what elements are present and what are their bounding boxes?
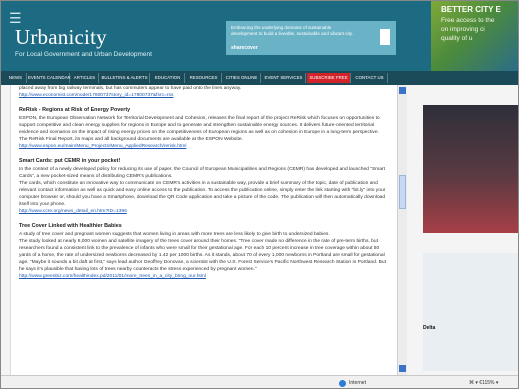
left-margin <box>1 85 11 375</box>
zoom-control[interactable]: ⌘ ▾ €115% ▾ <box>469 378 498 388</box>
promo-banner[interactable]: BETTER CITY E Free access to the on impr… <box>431 1 518 71</box>
right-sidebar: Delta <box>407 85 518 375</box>
nav-item-resources[interactable]: RESOURCES <box>186 73 222 83</box>
section-extra-tree-cover: The study looked at nearly 6,000 women a… <box>19 239 386 272</box>
article-column: placed away from big railway terminals, … <box>11 85 397 375</box>
site-header: ☰ Urbanicity For Local Government and Ur… <box>1 1 518 71</box>
browser-window: ☰ Urbanicity For Local Government and Ur… <box>0 0 519 389</box>
section-extra-smart-cards: The cards, which constitute an innovativ… <box>19 181 386 207</box>
nav-item-cities-online[interactable]: CITIES ONLINE <box>223 73 261 83</box>
promo-line: quality of u <box>441 35 473 42</box>
nav-item-event-services[interactable]: EVENT SERVICES <box>262 73 306 83</box>
content-frame: placed away from big railway terminals, … <box>1 85 518 375</box>
nav-item-bulletins[interactable]: BULLETINS & ALERTS <box>100 73 150 83</box>
vertical-scrollbar[interactable] <box>397 85 407 375</box>
sidebar-ad-bottom[interactable] <box>423 253 518 371</box>
security-zone-label: Internet <box>349 380 366 386</box>
nav-item-education[interactable]: EDUCATION <box>151 73 185 83</box>
section-link-rerisk[interactable]: http://www.espon.eu/main/Menu_Projects/M… <box>19 143 391 150</box>
nav-item-news[interactable]: NEWS <box>5 73 27 83</box>
status-bar: Internet ⌘ ▾ €115% ▾ <box>1 375 518 388</box>
section-link-tree-cover[interactable]: http://www.greenbiz.com/healthindex.pd/2… <box>19 273 391 280</box>
logo-tagline: For Local Government and Urban Developme… <box>15 51 152 58</box>
ad-banner-brand: sharecover <box>231 45 258 51</box>
promo-title: BETTER CITY E <box>441 5 501 14</box>
section-title-smart-cards: Smart Cards: put CEMR in your pocket! <box>19 158 121 164</box>
header-ad-banner[interactable]: Embracing the underlying domains of sust… <box>226 21 396 55</box>
nav-item-contact[interactable]: CONTACT US <box>352 73 388 83</box>
sidebar-ad-label: Delta <box>423 325 436 331</box>
section-title-rerisk: ReRisk - Regions at Risk of Energy Pover… <box>19 107 131 113</box>
scroll-thumb[interactable] <box>399 175 406 209</box>
promo-line: on improving ci <box>441 26 485 33</box>
section-title-tree-cover: Tree Cover Linked with Healthier Babies <box>19 223 122 229</box>
logo-title: Urbanicity <box>15 25 107 49</box>
section-body-tree-cover: A study of tree cover and pregnant women… <box>19 232 330 237</box>
main-nav: NEWS EVENTS CALENDAR ARTICLES BULLETINS … <box>1 71 518 85</box>
ad-banner-text: Embracing the underlying domains of sust… <box>231 25 353 36</box>
section-body-smart-cards: In the context of a newly developed poli… <box>19 167 386 179</box>
nav-item-articles[interactable]: ARTICLES <box>71 73 99 83</box>
section-extra-rerisk: The ReRisk Final Report, its maps and al… <box>19 137 243 142</box>
globe-icon <box>339 380 346 387</box>
scroll-up-arrow-icon[interactable] <box>399 87 406 94</box>
ad-brand-square-icon <box>380 29 390 45</box>
promo-line: Free access to the <box>441 17 495 24</box>
nav-item-subscribe[interactable]: SUBSCRIBE FREE <box>307 73 351 83</box>
article: placed away from big railway terminals, … <box>19 85 391 280</box>
section-body-rerisk: ESPON, the European Observation Network … <box>19 116 380 135</box>
sidebar-ad-top[interactable] <box>423 105 518 233</box>
article-top-link[interactable]: http://www.economist.com/node/17800737st… <box>19 92 391 99</box>
section-link-smart-cards[interactable]: http://www.ccre.org/news_detail_en.htm?I… <box>19 208 391 215</box>
scroll-down-arrow-icon[interactable] <box>399 365 406 372</box>
nav-item-events-calendar[interactable]: EVENTS CALENDAR <box>28 73 71 83</box>
article-top-text: placed away from big railway terminals, … <box>19 86 242 91</box>
site-logo[interactable]: ☰ Urbanicity For Local Government and Ur… <box>9 7 199 65</box>
